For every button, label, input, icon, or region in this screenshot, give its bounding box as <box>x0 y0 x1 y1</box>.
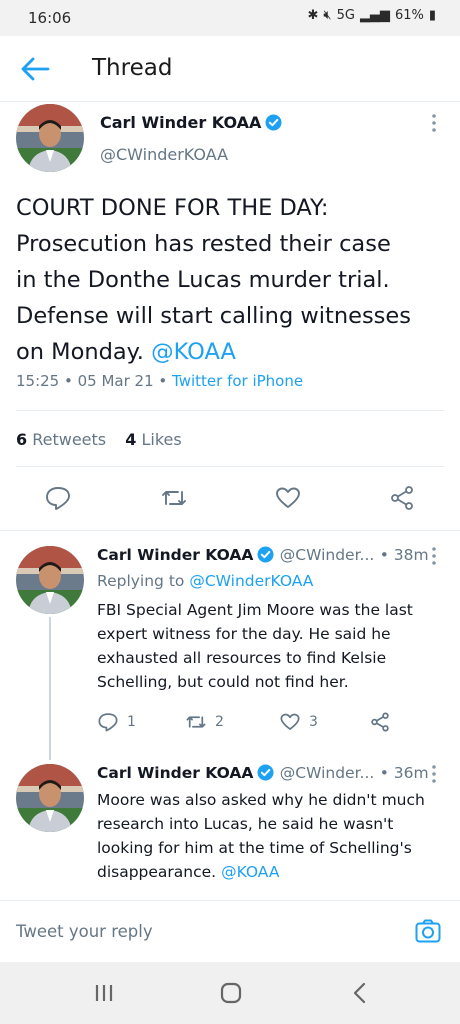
tweet-text: COURT DONE FOR THE DAY: Prosecution has … <box>16 195 411 365</box>
heart-icon[interactable] <box>274 484 302 512</box>
retweet-button[interactable]: 2 <box>185 711 224 733</box>
verified-badge-icon <box>265 114 282 131</box>
tweet-source[interactable]: Twitter for iPhone <box>172 372 303 390</box>
retweet-icon <box>186 716 206 728</box>
reply-actions: 1 2 3 <box>97 711 417 737</box>
divider <box>16 410 444 411</box>
heart-icon <box>280 713 300 730</box>
mention-link[interactable]: @KOAA <box>221 863 279 881</box>
comment-icon[interactable] <box>44 484 72 512</box>
verified-badge-icon <box>257 546 274 563</box>
top-bar: Thread <box>0 36 460 102</box>
network-label: 5G <box>336 8 355 23</box>
tweet-stats: 6 Retweets 4 Likes <box>16 430 182 449</box>
divider <box>0 530 460 531</box>
author-name[interactable]: Carl Winder KOAA <box>100 113 282 132</box>
divider <box>16 466 444 467</box>
tweet-actions <box>0 484 460 516</box>
retweet-icon[interactable] <box>160 484 188 512</box>
mention-link[interactable]: @KOAA <box>151 339 236 365</box>
thread-line <box>49 617 51 760</box>
home-icon[interactable] <box>219 982 243 1004</box>
recent-apps-icon[interactable] <box>92 982 116 1004</box>
bluetooth-icon: ✱ <box>307 8 319 23</box>
verified-badge-icon <box>257 764 274 781</box>
avatar[interactable] <box>16 764 84 832</box>
back-icon[interactable] <box>348 982 372 1004</box>
battery-percent: 61% <box>394 8 424 23</box>
reply-text: FBI Special Agent Jim Moore was the last… <box>97 601 413 691</box>
camera-icon[interactable] <box>414 917 442 945</box>
status-bar: 16:06 ✱ 🔇︎ 5G ▂▄▆ 61% ▮ <box>0 0 460 36</box>
avatar[interactable] <box>16 104 84 172</box>
status-time: 16:06 <box>28 9 72 27</box>
reply-button[interactable]: 1 <box>97 711 136 733</box>
signal-icon: ▂▄▆ <box>359 8 390 23</box>
more-vertical-icon[interactable] <box>428 112 440 136</box>
share-button[interactable] <box>369 711 391 733</box>
tweet-meta: 15:25 • 05 Mar 21 • Twitter for iPhone <box>16 372 304 390</box>
retweets-stat[interactable]: 6 Retweets <box>16 430 106 449</box>
reply-header[interactable]: Carl Winder KOAA @CWinder... • 38m <box>97 546 429 564</box>
share-icon <box>371 712 389 732</box>
avatar[interactable] <box>16 546 84 614</box>
status-icons: ✱ 🔇︎ 5G ▂▄▆ 61% ▮ <box>307 8 436 23</box>
tweet-time: 15:25 <box>16 372 60 390</box>
likes-stat[interactable]: 4 Likes <box>125 430 181 449</box>
more-vertical-icon[interactable] <box>428 545 440 569</box>
mute-icon: 🔇︎ <box>323 8 332 23</box>
reply-composer[interactable]: Tweet your reply <box>0 900 460 962</box>
replying-to-link[interactable]: @CWinderKOAA <box>189 572 313 590</box>
tweet-date: 05 Mar 21 <box>77 372 154 390</box>
page-title: Thread <box>92 55 173 81</box>
share-icon[interactable] <box>388 484 416 512</box>
arrow-left-icon[interactable] <box>18 54 52 84</box>
author-handle[interactable]: @CWinderKOAA <box>100 145 228 164</box>
reply-input[interactable]: Tweet your reply <box>16 922 153 941</box>
reply-header[interactable]: Carl Winder KOAA @CWinder... • 36m <box>97 764 429 782</box>
reply-text: Moore was also asked why he didn't much … <box>97 791 425 881</box>
comment-icon <box>98 713 118 732</box>
system-nav-bar <box>0 962 460 1024</box>
replying-to: Replying to @CWinderKOAA <box>97 572 314 590</box>
more-vertical-icon[interactable] <box>428 763 440 787</box>
battery-icon: ▮ <box>428 8 436 23</box>
like-button[interactable]: 3 <box>279 711 318 733</box>
